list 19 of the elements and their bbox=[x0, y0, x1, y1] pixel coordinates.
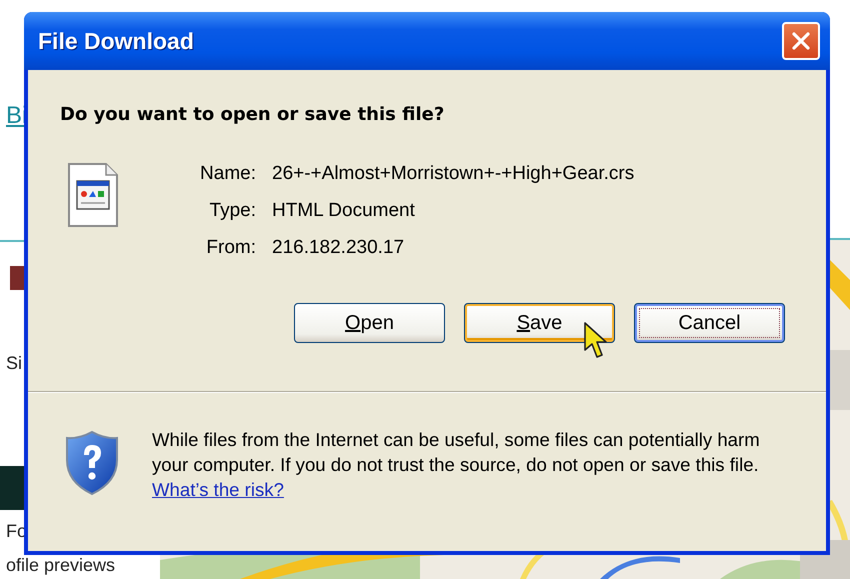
window-title: File Download bbox=[38, 28, 194, 54]
dialog-button[interactable]: Cancel bbox=[634, 303, 785, 343]
close-button[interactable] bbox=[782, 22, 820, 60]
close-icon bbox=[791, 31, 811, 51]
page-text: Si bbox=[6, 352, 22, 374]
dialog-button[interactable]: Open bbox=[294, 303, 445, 343]
field-value: 26+-+Almost+Morristown+-+High+Gear.crs bbox=[272, 162, 634, 186]
page-text: ofile previews bbox=[6, 554, 116, 576]
risk-link[interactable]: What’s the risk? bbox=[152, 479, 284, 500]
field-label: Type: bbox=[210, 199, 256, 223]
field-label: Name: bbox=[200, 162, 256, 186]
field-value: HTML Document bbox=[272, 199, 416, 223]
warning-text: While files from the Internet can be useful, some files can potentially harm your computer. If you do not trust the source, do not open or save this file. What’s the risk? bbox=[152, 428, 761, 502]
dialog-button[interactable]: Save bbox=[464, 303, 615, 343]
document-icon bbox=[68, 163, 118, 227]
field-value: 216.182.230.17 bbox=[272, 236, 406, 260]
field-label: From: bbox=[206, 236, 256, 260]
question-text: Do you want to open or save this file? bbox=[60, 104, 444, 125]
shield-question-icon bbox=[65, 430, 119, 496]
